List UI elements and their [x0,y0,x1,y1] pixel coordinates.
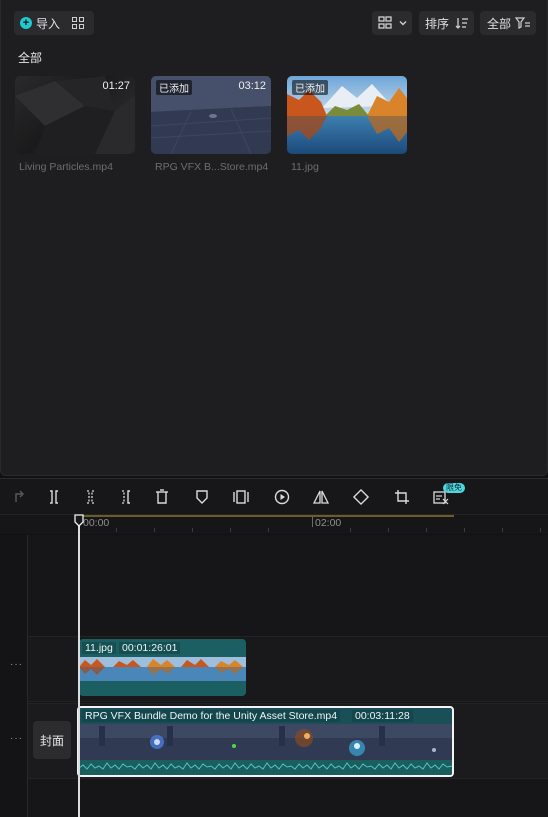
undo-icon[interactable] [10,488,28,506]
sort-icon [455,18,469,29]
filter-label: 全部 [487,16,512,31]
playhead-handle[interactable] [74,514,84,527]
marker-icon[interactable] [193,488,211,506]
reverse-icon[interactable] [273,488,291,506]
filter-icon [515,17,531,29]
filter-button[interactable]: 全部 [480,11,536,35]
ruler-minor-tick [154,528,155,532]
section-label: 全部 [18,51,43,65]
timeline-toolbar [0,478,548,514]
added-badge: 已添加 [292,80,328,95]
playhead-line[interactable] [78,522,80,817]
ruler-minor-tick [540,528,541,532]
limited-free-badge: 限免 [443,483,465,493]
ruler-minor-tick [350,528,351,532]
qr-code-icon[interactable] [72,17,85,29]
freeze-frame-icon[interactable] [232,488,250,506]
cover-button[interactable]: 封面 [33,721,71,759]
media-filename: Living Particles.mp4 [19,161,113,173]
clip-name: RPG VFX Bundle Demo for the Unity Asset … [82,710,341,722]
delete-icon[interactable] [153,488,171,506]
ruler-label: 00:00 [83,517,110,529]
media-filename: 11.jpg [291,161,319,173]
image-filmstrip [79,657,246,681]
ruler-minor-tick [464,528,465,532]
clip-duration: 00:01:26:01 [119,642,181,654]
added-badge: 已添加 [156,80,192,95]
video-filmstrip [79,724,452,764]
media-thumbnail[interactable]: 已添加 [287,76,407,154]
video-clip[interactable]: RPG VFX Bundle Demo for the Unity Asset … [77,706,454,777]
ruler-minor-tick [268,528,269,532]
view-mode-button[interactable] [372,11,412,35]
ruler-minor-tick [502,528,503,532]
mirror-icon[interactable] [312,488,330,506]
trim-right-icon[interactable] [117,488,135,506]
ruler-minor-tick [426,528,427,532]
ruler-minor-tick [388,528,389,532]
sort-button[interactable]: 排序 [419,11,474,35]
track-menu-icon[interactable]: ··· [10,733,23,744]
media-toolbar: + 导入 排序 全部 [1,0,547,46]
rotate-icon[interactable] [352,488,370,506]
ruler-minor-tick [116,528,117,532]
duration-label: 03:12 [238,80,266,92]
track-header-gutter [0,535,28,817]
work-area-bar [78,515,454,517]
duration-label: 01:27 [102,80,130,92]
crop-icon[interactable] [393,488,411,506]
import-label: 导入 [36,16,61,31]
audio-waveform [79,760,452,775]
split-icon[interactable] [45,488,63,506]
ruler-major-tick [312,517,313,527]
clip-duration: 00:03:11:28 [352,710,413,722]
media-panel: + 导入 排序 全部 全部 01:27 Living Particles.mp4… [0,0,548,476]
chevron-down-icon [399,21,407,26]
grid-view-icon [378,16,392,29]
media-thumbnail[interactable]: 已添加 03:12 [151,76,271,154]
sort-label: 排序 [425,16,450,31]
import-button[interactable]: + 导入 [14,11,94,35]
media-thumbnail[interactable]: 01:27 [15,76,135,154]
plus-icon: + [20,17,32,29]
media-filename: RPG VFX B...Store.mp4 [155,161,269,173]
clip-name: 11.jpg [82,642,116,654]
image-clip[interactable]: 11.jpg 00:01:26:01 [79,639,246,696]
ruler-minor-tick [192,528,193,532]
track-menu-icon[interactable]: ··· [10,659,23,670]
trim-left-icon[interactable] [81,488,99,506]
ruler-label: 02:00 [315,517,342,529]
ruler-minor-tick [230,528,231,532]
